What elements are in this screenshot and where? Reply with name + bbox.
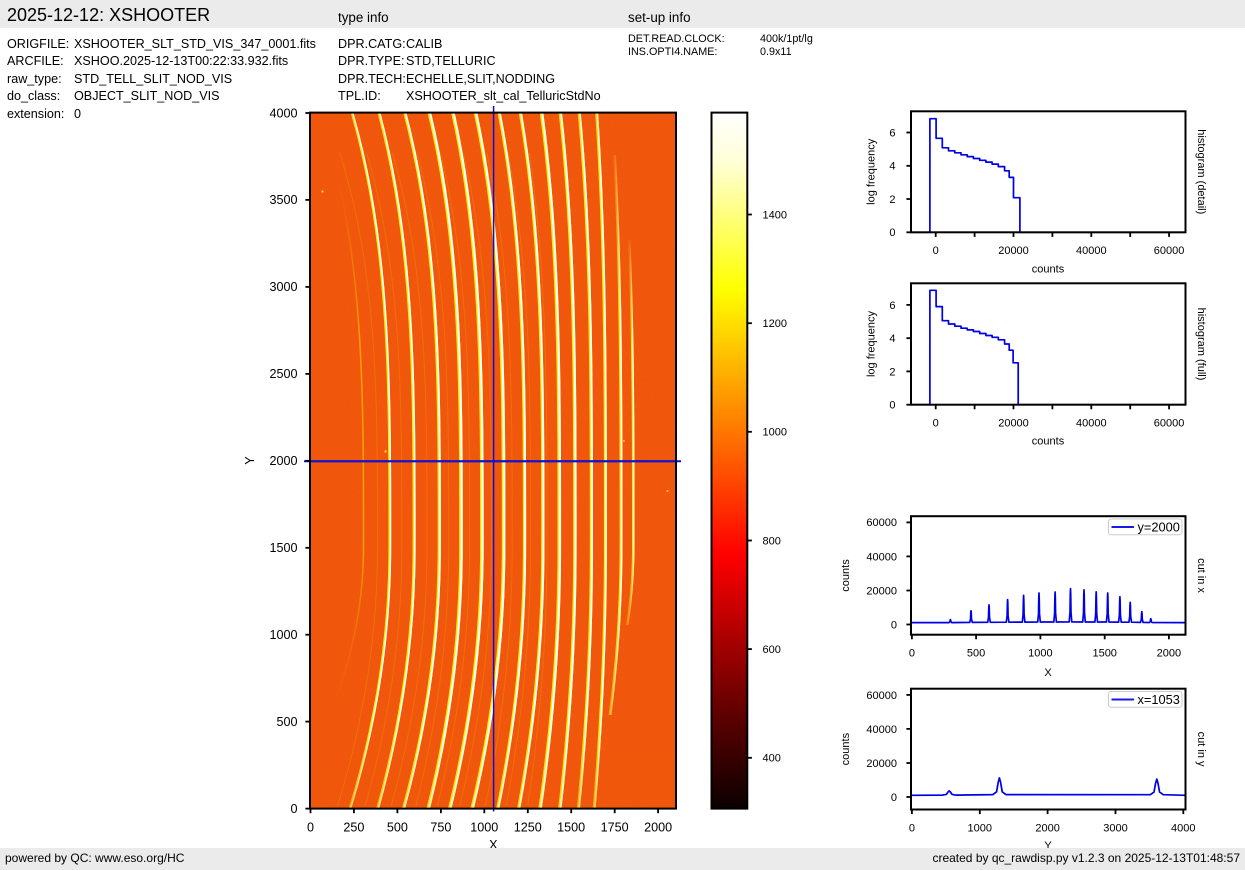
- svg-text:1000: 1000: [763, 427, 787, 439]
- svg-text:histogram (detail): histogram (detail): [1195, 129, 1207, 214]
- svg-text:2500: 2500: [269, 367, 297, 381]
- svg-text:y=2000: y=2000: [1138, 519, 1180, 534]
- svg-text:400: 400: [763, 753, 781, 765]
- svg-text:0: 0: [909, 648, 915, 660]
- svg-text:log frequency: log frequency: [866, 138, 878, 205]
- svg-text:800: 800: [763, 535, 781, 547]
- svg-text:4: 4: [889, 161, 895, 173]
- svg-text:log frequency: log frequency: [866, 310, 878, 377]
- svg-text:0: 0: [933, 245, 939, 257]
- svg-text:4000: 4000: [1171, 822, 1195, 834]
- svg-text:cut in y: cut in y: [1195, 732, 1207, 767]
- svg-text:0: 0: [307, 820, 314, 834]
- svg-text:500: 500: [387, 820, 408, 834]
- svg-text:40000: 40000: [866, 551, 897, 563]
- svg-text:0: 0: [889, 400, 895, 412]
- svg-text:3000: 3000: [269, 280, 297, 294]
- svg-text:6: 6: [889, 127, 895, 139]
- svg-text:500: 500: [967, 648, 985, 660]
- svg-text:2000: 2000: [269, 454, 297, 468]
- svg-text:600: 600: [763, 644, 781, 656]
- svg-text:0: 0: [889, 227, 895, 239]
- svg-text:1250: 1250: [514, 820, 542, 834]
- svg-text:40000: 40000: [1076, 418, 1107, 430]
- svg-text:1000: 1000: [269, 628, 297, 642]
- svg-text:4000: 4000: [269, 106, 297, 120]
- svg-text:2000: 2000: [644, 820, 672, 834]
- svg-text:1500: 1500: [269, 541, 297, 555]
- svg-text:2000: 2000: [1035, 822, 1059, 834]
- svg-text:2: 2: [889, 194, 895, 206]
- svg-text:20000: 20000: [998, 418, 1029, 430]
- svg-text:counts: counts: [840, 732, 852, 765]
- svg-text:1000: 1000: [470, 820, 498, 834]
- svg-text:6: 6: [889, 300, 895, 312]
- svg-text:20000: 20000: [866, 585, 897, 597]
- svg-text:1400: 1400: [763, 209, 787, 221]
- svg-text:1000: 1000: [968, 822, 992, 834]
- svg-text:1750: 1750: [601, 820, 629, 834]
- svg-text:60000: 60000: [866, 690, 897, 702]
- svg-text:4: 4: [889, 333, 895, 345]
- svg-text:Y: Y: [243, 456, 257, 465]
- svg-text:1500: 1500: [557, 820, 585, 834]
- svg-text:2000: 2000: [1157, 648, 1181, 660]
- svg-text:1500: 1500: [1092, 648, 1116, 660]
- svg-text:counts: counts: [840, 559, 852, 592]
- svg-text:250: 250: [343, 820, 364, 834]
- svg-text:cut in x: cut in x: [1195, 558, 1207, 593]
- svg-text:20000: 20000: [866, 758, 897, 770]
- svg-text:500: 500: [276, 715, 297, 729]
- svg-text:counts: counts: [1032, 436, 1065, 448]
- svg-text:20000: 20000: [998, 245, 1029, 257]
- svg-text:3000: 3000: [1103, 822, 1127, 834]
- svg-text:0: 0: [933, 418, 939, 430]
- svg-text:40000: 40000: [1076, 245, 1107, 257]
- svg-text:60000: 60000: [1154, 245, 1185, 257]
- svg-text:2: 2: [889, 366, 895, 378]
- svg-text:0: 0: [891, 619, 897, 631]
- svg-text:60000: 60000: [1154, 418, 1185, 430]
- svg-text:x=1053: x=1053: [1138, 692, 1180, 707]
- svg-text:750: 750: [430, 820, 451, 834]
- svg-text:X: X: [1044, 667, 1052, 679]
- svg-text:1000: 1000: [1028, 648, 1052, 660]
- svg-text:60000: 60000: [866, 517, 897, 529]
- svg-text:0: 0: [909, 822, 915, 834]
- svg-text:40000: 40000: [866, 724, 897, 736]
- svg-text:histogram (full): histogram (full): [1195, 308, 1207, 381]
- svg-text:counts: counts: [1032, 263, 1065, 275]
- svg-text:0: 0: [290, 802, 297, 816]
- svg-text:1200: 1200: [763, 318, 787, 330]
- svg-text:3500: 3500: [269, 193, 297, 207]
- svg-text:0: 0: [891, 792, 897, 804]
